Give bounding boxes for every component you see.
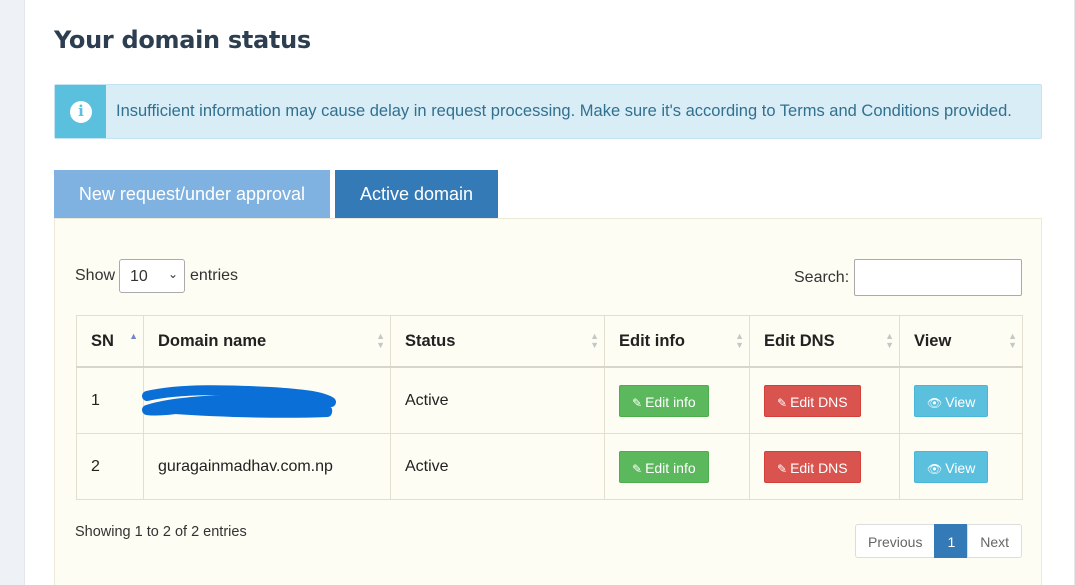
cell-sn: 2	[76, 433, 144, 500]
table-info-text: Showing 1 to 2 of 2 entries	[75, 524, 247, 540]
entries-label: entries	[190, 267, 239, 284]
cell-status: Active	[390, 433, 605, 500]
edit-info-button[interactable]: ✎ Edit info	[619, 384, 709, 417]
view-button[interactable]: 👁 View	[914, 450, 989, 483]
column-header-edit-dns[interactable]: Edit DNS ▲ ▼	[749, 315, 900, 368]
cell-domain-name: guragainmadhav.com.np	[143, 433, 391, 500]
button-label: Edit info	[645, 393, 696, 410]
edit-dns-button[interactable]: ✎ Edit DNS	[764, 450, 861, 483]
tab-new-request[interactable]: New request/under approval	[54, 170, 330, 218]
column-header-sn[interactable]: SN ▲ ▼	[76, 315, 144, 368]
cell-sn: 1	[76, 366, 144, 434]
cell-status: Active	[390, 366, 605, 434]
sort-icon: ▲ ▼	[376, 331, 385, 350]
button-label: View	[945, 459, 976, 476]
search-input[interactable]	[854, 259, 1022, 296]
sort-asc-icon: ▲ ▼	[129, 331, 138, 350]
button-label: View	[945, 393, 976, 410]
column-label: Domain name	[158, 331, 267, 350]
sort-icon: ▲ ▼	[735, 331, 744, 350]
edit-icon: ✎	[632, 395, 643, 410]
column-header-domain-name[interactable]: Domain name ▲ ▼	[143, 315, 391, 368]
column-header-status[interactable]: Status ▲ ▼	[390, 315, 605, 368]
eye-icon: 👁	[927, 461, 943, 476]
column-label: SN	[91, 331, 114, 350]
search-label: Search:	[794, 269, 850, 286]
table-row: 2 guragainmadhav.com.np Active ✎ Edit inf…	[76, 433, 1023, 500]
edit-dns-button[interactable]: ✎ Edit DNS	[764, 384, 861, 417]
next-page-button[interactable]: Next	[967, 524, 1023, 558]
button-label: Edit DNS	[790, 459, 848, 476]
table-header-row: SN ▲ ▼ Domain name ▲ ▼ Status ▲ ▼ Edit info…	[76, 315, 1023, 368]
column-label: Status	[405, 331, 456, 350]
button-label: Edit DNS	[790, 393, 848, 410]
sort-icon: ▲ ▼	[885, 331, 894, 350]
redaction-scribble	[142, 385, 336, 418]
view-button[interactable]: 👁 View	[914, 384, 989, 417]
pagination: Previous 1 Next	[855, 524, 1023, 558]
column-header-view[interactable]: View ▲ ▼	[899, 315, 1023, 368]
cell-view: 👁 View	[899, 366, 1023, 434]
cell-edit-dns: ✎ Edit DNS	[749, 433, 900, 500]
page-title: Your domain status	[54, 26, 311, 54]
alert-icon-box: i	[55, 85, 106, 138]
edit-icon: ✎	[777, 461, 788, 476]
sort-icon: ▲ ▼	[1008, 331, 1017, 350]
info-icon: i	[70, 101, 92, 123]
column-label: Edit info	[619, 331, 685, 350]
show-label: Show	[75, 267, 116, 284]
edit-icon: ✎	[777, 395, 788, 410]
entries-per-page-select[interactable]: 10 ⌄	[119, 259, 185, 293]
sort-icon: ▲ ▼	[590, 331, 599, 350]
tab-active-domain[interactable]: Active domain	[335, 170, 498, 218]
entries-per-page-value: 10	[130, 268, 148, 285]
cell-edit-info: ✎ Edit info	[604, 433, 750, 500]
alert-message: Insufficient information may cause delay…	[116, 102, 1012, 120]
column-label: Edit DNS	[764, 331, 835, 350]
button-label: Edit info	[645, 459, 696, 476]
column-label: View	[914, 331, 952, 350]
eye-icon: 👁	[927, 395, 943, 410]
previous-page-button[interactable]: Previous	[855, 524, 936, 558]
current-page-button[interactable]: 1	[934, 524, 969, 558]
cell-view: 👁 View	[899, 433, 1023, 500]
chevron-down-icon: ⌄	[167, 267, 178, 281]
column-header-edit-info[interactable]: Edit info ▲ ▼	[604, 315, 750, 368]
info-alert: i Insufficient information may cause del…	[54, 84, 1042, 139]
cell-edit-info: ✎ Edit info	[604, 366, 750, 434]
edit-icon: ✎	[632, 461, 643, 476]
edit-info-button[interactable]: ✎ Edit info	[619, 450, 709, 483]
cell-edit-dns: ✎ Edit DNS	[749, 366, 900, 434]
